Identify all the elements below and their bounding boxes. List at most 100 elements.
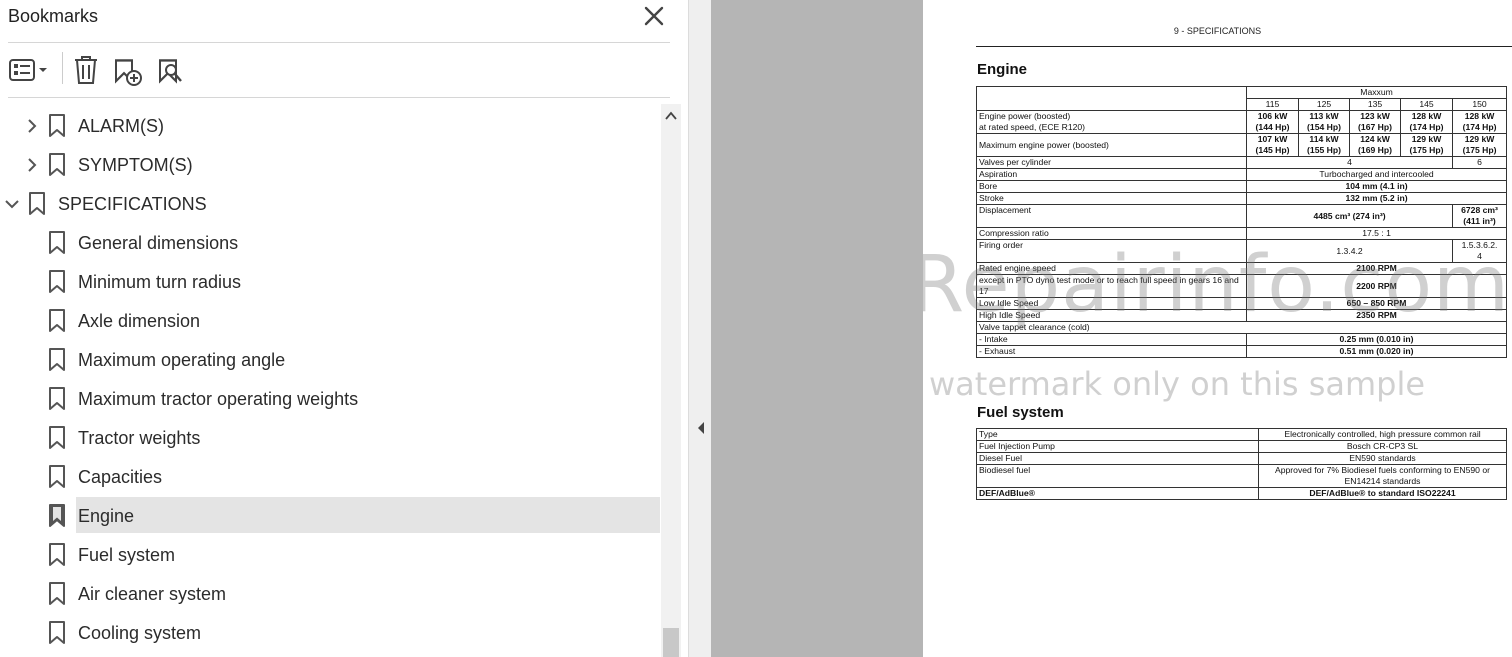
header-rule xyxy=(976,46,1512,47)
find-bookmark-button[interactable] xyxy=(156,52,186,88)
bookmark-label: Capacities xyxy=(78,467,163,487)
bookmark-icon xyxy=(48,348,66,372)
bookmark-item[interactable]: General dimensions xyxy=(0,225,660,261)
bookmark-label: Tractor weights xyxy=(78,428,201,448)
table-cell: Approved for 7% Biodiesel fuels conformi… xyxy=(1258,464,1507,488)
bookmark-label: SYMPTOM(S) xyxy=(78,155,193,175)
row-label: Compression ratio xyxy=(976,227,1247,240)
bookmark-item[interactable]: SPECIFICATIONS xyxy=(0,186,660,222)
bookmark-item[interactable]: Air cleaner system xyxy=(0,576,660,612)
bookmark-item[interactable]: ALARM(S) xyxy=(0,108,660,144)
toolbar-separator xyxy=(62,52,63,84)
fuel-spec-table: Type Electronically controlled, high pre… xyxy=(976,428,1507,500)
row-label: Type xyxy=(976,428,1259,441)
panel-title: Bookmarks xyxy=(8,6,99,26)
model-header: 150 xyxy=(1451,98,1508,111)
bookmark-icon xyxy=(48,582,66,606)
model-header: 125 xyxy=(1298,98,1350,111)
selection-highlight xyxy=(76,497,660,533)
close-icon[interactable] xyxy=(642,4,666,28)
bookmark-item[interactable]: Cooling system xyxy=(0,615,660,651)
bookmark-label: Engine xyxy=(78,506,135,526)
table-cell: Turbocharged and intercooled xyxy=(1245,168,1508,181)
bookmark-icon xyxy=(48,309,66,333)
row-label: Displacement xyxy=(976,204,1247,228)
bookmark-label: Fuel system xyxy=(78,545,176,565)
table-cell: 6728 cm³ (411 in³) xyxy=(1451,204,1508,228)
model-header: 115 xyxy=(1246,98,1299,111)
divider xyxy=(8,97,670,98)
row-label: Aspiration xyxy=(976,168,1247,181)
bookmark-label: Axle dimension xyxy=(78,311,201,331)
max-power-value: 129 kW (175 Hp) xyxy=(1400,133,1453,157)
max-power-value: 107 kW (145 Hp) xyxy=(1246,133,1299,157)
bookmark-icon xyxy=(48,543,66,567)
scrollbar[interactable] xyxy=(661,104,681,657)
bookmark-icon xyxy=(48,426,66,450)
list-options-icon xyxy=(9,59,47,81)
options-menu-button[interactable] xyxy=(8,52,50,88)
bookmark-icon xyxy=(48,621,66,645)
bookmark-icon xyxy=(48,270,66,294)
table-cell: 132 mm (5.2 in) xyxy=(1245,192,1508,205)
bookmark-item[interactable]: SYMPTOM(S) xyxy=(0,147,660,183)
table-cell: 17.5 : 1 xyxy=(1245,227,1508,240)
divider xyxy=(8,42,670,43)
bookmark-label: Maximum tractor operating weights xyxy=(78,389,359,409)
row-label: Engine power (boosted) at rated speed, (E… xyxy=(976,110,1247,134)
chevron-right-icon[interactable] xyxy=(23,117,41,135)
watermark: eRepairinfo.com xyxy=(923,240,1511,330)
fuel-system-heading: Fuel system xyxy=(977,404,1064,421)
bookmark-icon xyxy=(48,114,66,138)
add-bookmark-button[interactable] xyxy=(112,52,144,88)
power-value: 106 kW (144 Hp) xyxy=(1246,110,1299,134)
chevron-down-icon[interactable] xyxy=(3,195,21,213)
row-label: Maximum engine power (boosted) xyxy=(976,133,1247,157)
power-value: 128 kW (174 Hp) xyxy=(1400,110,1453,134)
model-header: 145 xyxy=(1400,98,1453,111)
model-group-header: Maxxum xyxy=(1245,86,1508,99)
bookmark-label: SPECIFICATIONS xyxy=(58,194,207,214)
panel-splitter[interactable] xyxy=(688,0,711,657)
bookmark-label: Minimum turn radius xyxy=(78,272,242,292)
delete-bookmark-button[interactable] xyxy=(72,52,100,88)
bookmark-label: Cooling system xyxy=(78,623,202,643)
row-label: Bore xyxy=(976,180,1247,193)
table-cell: 4 xyxy=(1246,156,1453,169)
row-label: Fuel Injection Pump xyxy=(976,440,1259,453)
power-value: 128 kW (174 Hp) xyxy=(1451,110,1508,134)
bookmark-label: ALARM(S) xyxy=(78,116,165,136)
bookmark-label: Air cleaner system xyxy=(78,584,227,604)
table-cell xyxy=(976,86,1247,111)
bookmark-item[interactable]: Tractor weights xyxy=(0,420,660,456)
row-label: Valves per cylinder xyxy=(976,156,1247,169)
bookmark-item[interactable]: Maximum tractor operating weights xyxy=(0,381,660,417)
bookmark-item[interactable]: Axle dimension xyxy=(0,303,660,339)
table-cell: 0.25 mm (0.010 in) xyxy=(1245,333,1508,346)
bookmark-icon xyxy=(48,504,66,528)
table-cell: 4485 cm³ (274 in³) xyxy=(1246,204,1453,228)
row-label: DEF/AdBlue® xyxy=(976,487,1259,500)
collapse-panel-icon[interactable] xyxy=(697,421,705,440)
scroll-thumb[interactable] xyxy=(663,628,679,657)
bookmark-item[interactable]: Minimum turn radius xyxy=(0,264,660,300)
document-page: 9 - SPECIFICATIONS Engine Maxxum 115 125… xyxy=(923,0,1512,657)
chevron-right-icon[interactable] xyxy=(23,156,41,174)
watermark-subtitle: watermark only on this sample xyxy=(929,365,1426,403)
table-cell: DEF/AdBlue® to standard ISO22241 xyxy=(1258,487,1507,500)
document-gutter xyxy=(711,0,923,657)
bookmark-item[interactable]: Engine xyxy=(0,497,660,534)
scroll-up-icon[interactable] xyxy=(665,108,677,126)
bookmark-item[interactable]: Fuel system xyxy=(0,537,660,573)
model-header: 135 xyxy=(1349,98,1401,111)
bookmark-item[interactable]: Maximum operating angle xyxy=(0,342,660,378)
table-cell: 6 xyxy=(1451,156,1508,169)
bookmark-icon xyxy=(48,231,66,255)
row-label: Diesel Fuel xyxy=(976,452,1259,465)
max-power-value: 114 kW (155 Hp) xyxy=(1298,133,1350,157)
page-header: 9 - SPECIFICATIONS xyxy=(1173,26,1262,36)
bookmark-label: Maximum operating angle xyxy=(78,350,286,370)
power-value: 113 kW (154 Hp) xyxy=(1298,110,1350,134)
bookmark-item[interactable]: Capacities xyxy=(0,459,660,495)
bookmarks-toolbar xyxy=(0,50,688,90)
